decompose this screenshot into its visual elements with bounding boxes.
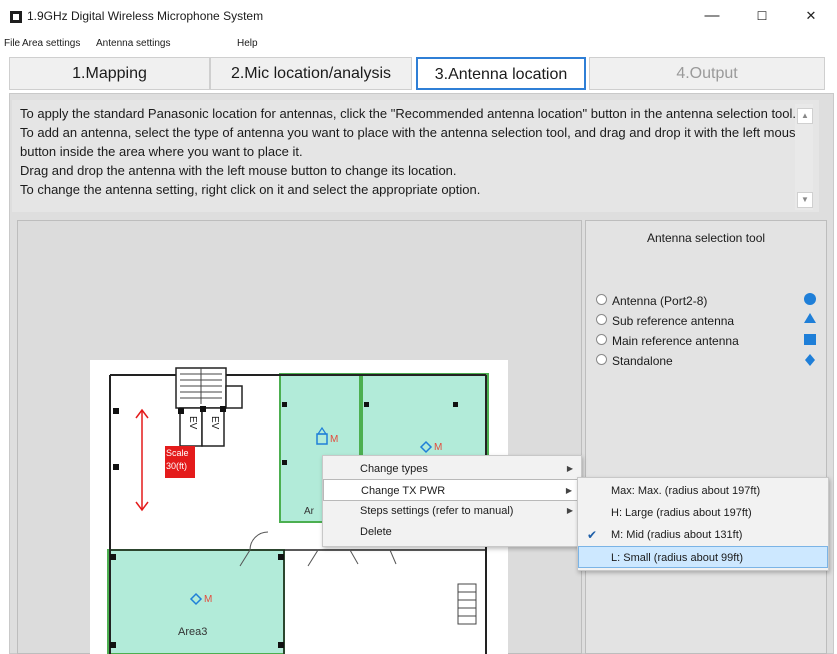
chevron-right-icon: ▶ xyxy=(566,464,573,473)
menu-item-delete[interactable]: Delete xyxy=(323,521,581,543)
tab-antenna-location[interactable]: 3.Antenna location xyxy=(416,57,586,90)
triangle-icon xyxy=(804,313,816,323)
menu-item-change-tx-pwr[interactable]: Change TX PWR ▶ xyxy=(323,479,581,501)
title-bar: 1.9GHz Digital Wireless Microphone Syste… xyxy=(0,0,837,33)
submenu-item-max[interactable]: Max: Max. (radius about 197ft) xyxy=(578,480,828,502)
option-antenna-port[interactable]: Antenna (Port2-8) xyxy=(596,294,707,308)
area3-label: Area3 xyxy=(178,626,208,638)
area-label: Ar xyxy=(304,506,314,517)
scale-label: Scale xyxy=(166,448,189,458)
tool-title: Antenna selection tool xyxy=(646,231,766,245)
option-label: Main reference antenna xyxy=(612,334,739,348)
instructions-scrollbar[interactable]: ▲ ▼ xyxy=(795,104,813,210)
instruction-line: Drag and drop the antenna with the left … xyxy=(20,163,457,178)
circle-icon xyxy=(804,293,816,305)
menu-area-settings[interactable]: Area settings xyxy=(22,38,80,49)
submenu-item-mid[interactable]: ✔ M: Mid (radius about 131ft) xyxy=(578,524,828,546)
minimize-button[interactable]: — xyxy=(695,4,729,28)
option-label: Standalone xyxy=(612,354,673,368)
window-title: 1.9GHz Digital Wireless Microphone Syste… xyxy=(27,9,264,23)
check-icon: ✔ xyxy=(587,528,598,542)
area-shape[interactable] xyxy=(361,373,489,469)
option-standalone[interactable]: Standalone xyxy=(596,354,673,368)
menu-help[interactable]: Help xyxy=(237,38,258,49)
chevron-right-icon: ▶ xyxy=(565,486,572,495)
menu-item-steps-settings[interactable]: Steps settings (refer to manual) ▶ xyxy=(323,500,581,522)
instructions-text: To apply the standard Panasonic location… xyxy=(12,100,819,212)
tab-output[interactable]: 4.Output xyxy=(589,57,825,90)
submenu-item-small[interactable]: L: Small (radius about 99ft) xyxy=(578,546,828,568)
area3-shape[interactable] xyxy=(107,549,285,654)
ev-label: EV xyxy=(187,416,198,430)
maximize-button[interactable]: ☐ xyxy=(745,4,779,28)
mic-marker: M xyxy=(330,434,339,445)
scroll-down-icon[interactable]: ▼ xyxy=(797,192,813,208)
chevron-right-icon: ▶ xyxy=(566,506,573,515)
step-tabs: 1.Mapping 2.Mic location/analysis 3.Ante… xyxy=(9,57,825,90)
square-icon xyxy=(804,334,816,345)
option-label: Antenna (Port2-8) xyxy=(612,294,708,308)
antenna-type-icons xyxy=(804,293,816,366)
menu-item-change-types[interactable]: Change types ▶ xyxy=(323,458,581,480)
option-label: Sub reference antenna xyxy=(612,314,735,328)
tab-mic-location-analysis[interactable]: 2.Mic location/analysis xyxy=(210,57,412,90)
mic-marker: M xyxy=(204,594,213,605)
submenu-item-large[interactable]: H: Large (radius about 197ft) xyxy=(578,502,828,524)
menu-file[interactable]: File xyxy=(4,38,20,49)
mic-marker: M xyxy=(434,442,443,453)
diamond-icon xyxy=(805,354,815,366)
close-button[interactable]: ✕ xyxy=(794,4,828,28)
option-sub-reference[interactable]: Sub reference antenna xyxy=(596,314,734,328)
radio-button[interactable] xyxy=(596,334,607,345)
radio-button[interactable] xyxy=(596,314,607,325)
tab-mapping[interactable]: 1.Mapping xyxy=(9,57,210,90)
app-icon xyxy=(10,11,22,23)
radio-button[interactable] xyxy=(596,354,607,365)
scroll-up-icon[interactable]: ▲ xyxy=(797,108,813,124)
instruction-line: To change the antenna setting, right cli… xyxy=(20,182,481,197)
option-main-reference[interactable]: Main reference antenna xyxy=(596,334,739,348)
instruction-line: To add an antenna, select the type of an… xyxy=(20,125,803,159)
menu-antenna-settings[interactable]: Antenna settings xyxy=(96,38,171,49)
radio-button[interactable] xyxy=(596,294,607,305)
tx-pwr-submenu: Max: Max. (radius about 197ft) H: Large … xyxy=(577,477,829,571)
scale-value: 30(ft) xyxy=(166,461,188,471)
antenna-selection-tool: Antenna selection tool xyxy=(585,220,827,654)
instruction-line: To apply the standard Panasonic location… xyxy=(20,106,797,121)
context-menu: Change types ▶ Change TX PWR ▶ Steps setti… xyxy=(322,455,582,547)
ev-label: EV xyxy=(209,416,220,430)
